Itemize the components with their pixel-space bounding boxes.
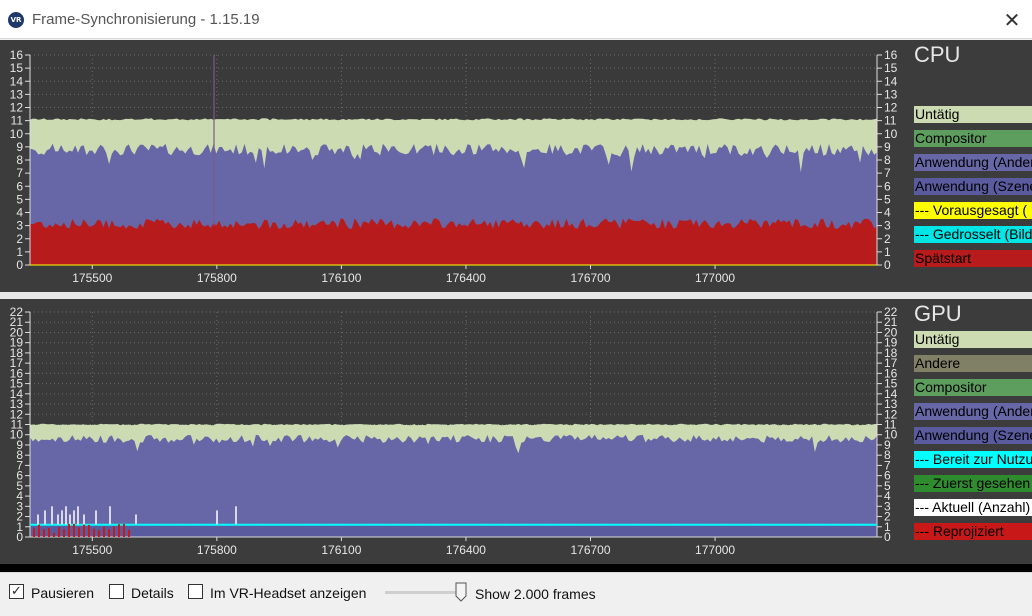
legend-item: --- Vorausgesagt (	[914, 202, 1032, 219]
y-tick-label-left: 11	[11, 114, 24, 128]
cpu-legend: CPU Untätig Compositor Anwendung (Andere) A…	[907, 40, 1032, 292]
x-tick-label: 175500	[72, 271, 112, 285]
steamvr-app-icon: VR	[8, 12, 24, 28]
y-tick-label-right: 5	[884, 192, 891, 206]
gpu-legend: GPU Untätig Andere Compositor Anwendung (An…	[907, 299, 1032, 564]
close-button[interactable]: ✕	[992, 4, 1032, 36]
title-bar: VR Frame-Synchronisierung - 1.15.19 ✕	[0, 0, 1032, 39]
cpu-legend-title: CPU	[914, 42, 961, 67]
y-tick-label-left: 9	[16, 140, 23, 154]
x-tick-label: 177000	[695, 271, 735, 285]
y-tick-label-right: 15	[884, 61, 898, 75]
y-tick-label-left: 1	[16, 245, 23, 259]
x-tick-label: 175500	[72, 543, 112, 557]
y-tick-label-right: 16	[884, 48, 898, 62]
y-tick-label-right: 22	[884, 305, 898, 319]
area-anwendung-szene-	[30, 434, 877, 537]
y-tick-label-right: 10	[884, 127, 898, 141]
frames-slider-thumb[interactable]	[455, 582, 467, 602]
y-tick-label-right: 3	[884, 219, 891, 233]
legend-item: Anwendung (Szene)	[914, 427, 1032, 444]
y-tick-label-right: 12	[884, 101, 898, 115]
x-tick-label: 176400	[446, 543, 486, 557]
y-tick-label-right: 9	[884, 140, 891, 154]
y-tick-label-left: 7	[16, 166, 23, 180]
x-tick-label: 175800	[197, 543, 237, 557]
pause-checkbox[interactable]: ✓	[9, 584, 24, 599]
legend-item: --- Bereit zur Nutzung	[914, 451, 1032, 468]
gpu-legend-title: GPU	[914, 301, 962, 326]
y-tick-label-right: 11	[884, 114, 897, 128]
x-tick-label: 176700	[570, 543, 610, 557]
legend-item: Untätig	[914, 331, 1032, 348]
legend-item: --- Aktuell (Anzahl)	[914, 499, 1032, 516]
y-tick-label-left: 13	[10, 87, 24, 101]
y-tick-label-left: 8	[16, 153, 23, 167]
details-label: Details	[131, 585, 174, 601]
panel-divider	[0, 292, 1032, 299]
vr-headset-label: Im VR-Headset anzeigen	[210, 585, 367, 601]
legend-item: Anwendung (Szene)	[914, 178, 1032, 195]
legend-item: --- Reprojiziert	[914, 523, 1032, 540]
y-tick-label-right: 8	[884, 153, 891, 167]
window-title: Frame-Synchronisierung - 1.15.19	[32, 11, 260, 28]
legend-item: Spätstart	[914, 250, 1032, 267]
legend-item: Compositor	[914, 130, 1032, 147]
y-tick-label-left: 2	[16, 232, 23, 246]
y-tick-label-right: 1	[884, 245, 891, 259]
legend-item: Andere	[914, 355, 1032, 372]
y-tick-label-left: 6	[16, 179, 23, 193]
vr-headset-checkbox[interactable]	[188, 584, 203, 599]
x-tick-label: 176700	[570, 271, 610, 285]
y-tick-label-right: 14	[884, 74, 898, 88]
cpu-panel: 0 0 1 1 2 2 3 3 4 4 5 5 6 6 7 7 8 8 9 9 10 10 11 11 12 12 13 13 14 14…	[0, 40, 1032, 292]
y-tick-label-left: 15	[10, 61, 24, 75]
y-tick-label-left: 5	[16, 192, 23, 206]
legend-item: Untätig	[914, 106, 1032, 123]
gpu-panel: 0 0 1 1 2 2 3 3 4 4 5 5 6 6 7 7 8 8 9 9 10 10 11 11 12 12 13 13 14 14…	[0, 299, 1032, 564]
cpu-chart: 0 01 12 23 34 45 56 67 78 89 910 1011 1112 1213 1314 14…	[10, 48, 898, 285]
pause-label: Pausieren	[31, 585, 95, 601]
checkmark-icon: ✓	[11, 584, 22, 599]
y-tick-label-right: 7	[884, 166, 891, 180]
x-tick-label: 176100	[321, 271, 361, 285]
y-tick-label-left: 14	[10, 74, 24, 88]
y-tick-label-left: 12	[10, 101, 24, 115]
y-tick-label-left: 16	[10, 48, 24, 62]
legend-item: Anwendung (Andere)	[914, 403, 1032, 420]
frames-count-label: Show 2.000 frames	[475, 586, 596, 602]
legend-item: --- Zuerst gesehen	[914, 475, 1032, 492]
timing-content: 0 0 1 1 2 2 3 3 4 4 5 5 6 6 7 7 8 8 9 9 10 10 11 11 12 12 13 13 14 14…	[0, 40, 1032, 572]
x-tick-label: 175800	[197, 271, 237, 285]
bottom-toolbar: ✓ Pausieren Details Im VR-Headset anzeig…	[0, 572, 1032, 616]
x-tick-label: 176100	[321, 543, 361, 557]
area-sp-tstart	[30, 218, 877, 265]
x-tick-label: 176400	[446, 271, 486, 285]
x-tick-label: 177000	[695, 543, 735, 557]
legend-item: Anwendung (Andere)	[914, 154, 1032, 171]
y-tick-label-right: 2	[884, 232, 891, 246]
y-tick-label-left: 10	[10, 127, 24, 141]
y-tick-label-right: 13	[884, 87, 898, 101]
frames-slider-track[interactable]	[385, 591, 461, 594]
details-checkbox[interactable]	[109, 584, 124, 599]
legend-item: --- Gedrosselt (Bild	[914, 226, 1032, 243]
y-tick-label-left: 4	[16, 206, 23, 220]
legend-item: Compositor	[914, 379, 1032, 396]
y-tick-label-right: 0	[884, 258, 891, 272]
y-tick-label-left: 0	[16, 258, 23, 272]
y-tick-label-left: 22	[10, 305, 24, 319]
y-tick-label-left: 3	[16, 219, 23, 233]
gpu-chart: 0 01 12 23 34 45 56 67 78 89 910 1011 1112 1213 1314 14…	[10, 305, 898, 557]
y-tick-label-right: 4	[884, 206, 891, 220]
y-tick-label-right: 6	[884, 179, 891, 193]
